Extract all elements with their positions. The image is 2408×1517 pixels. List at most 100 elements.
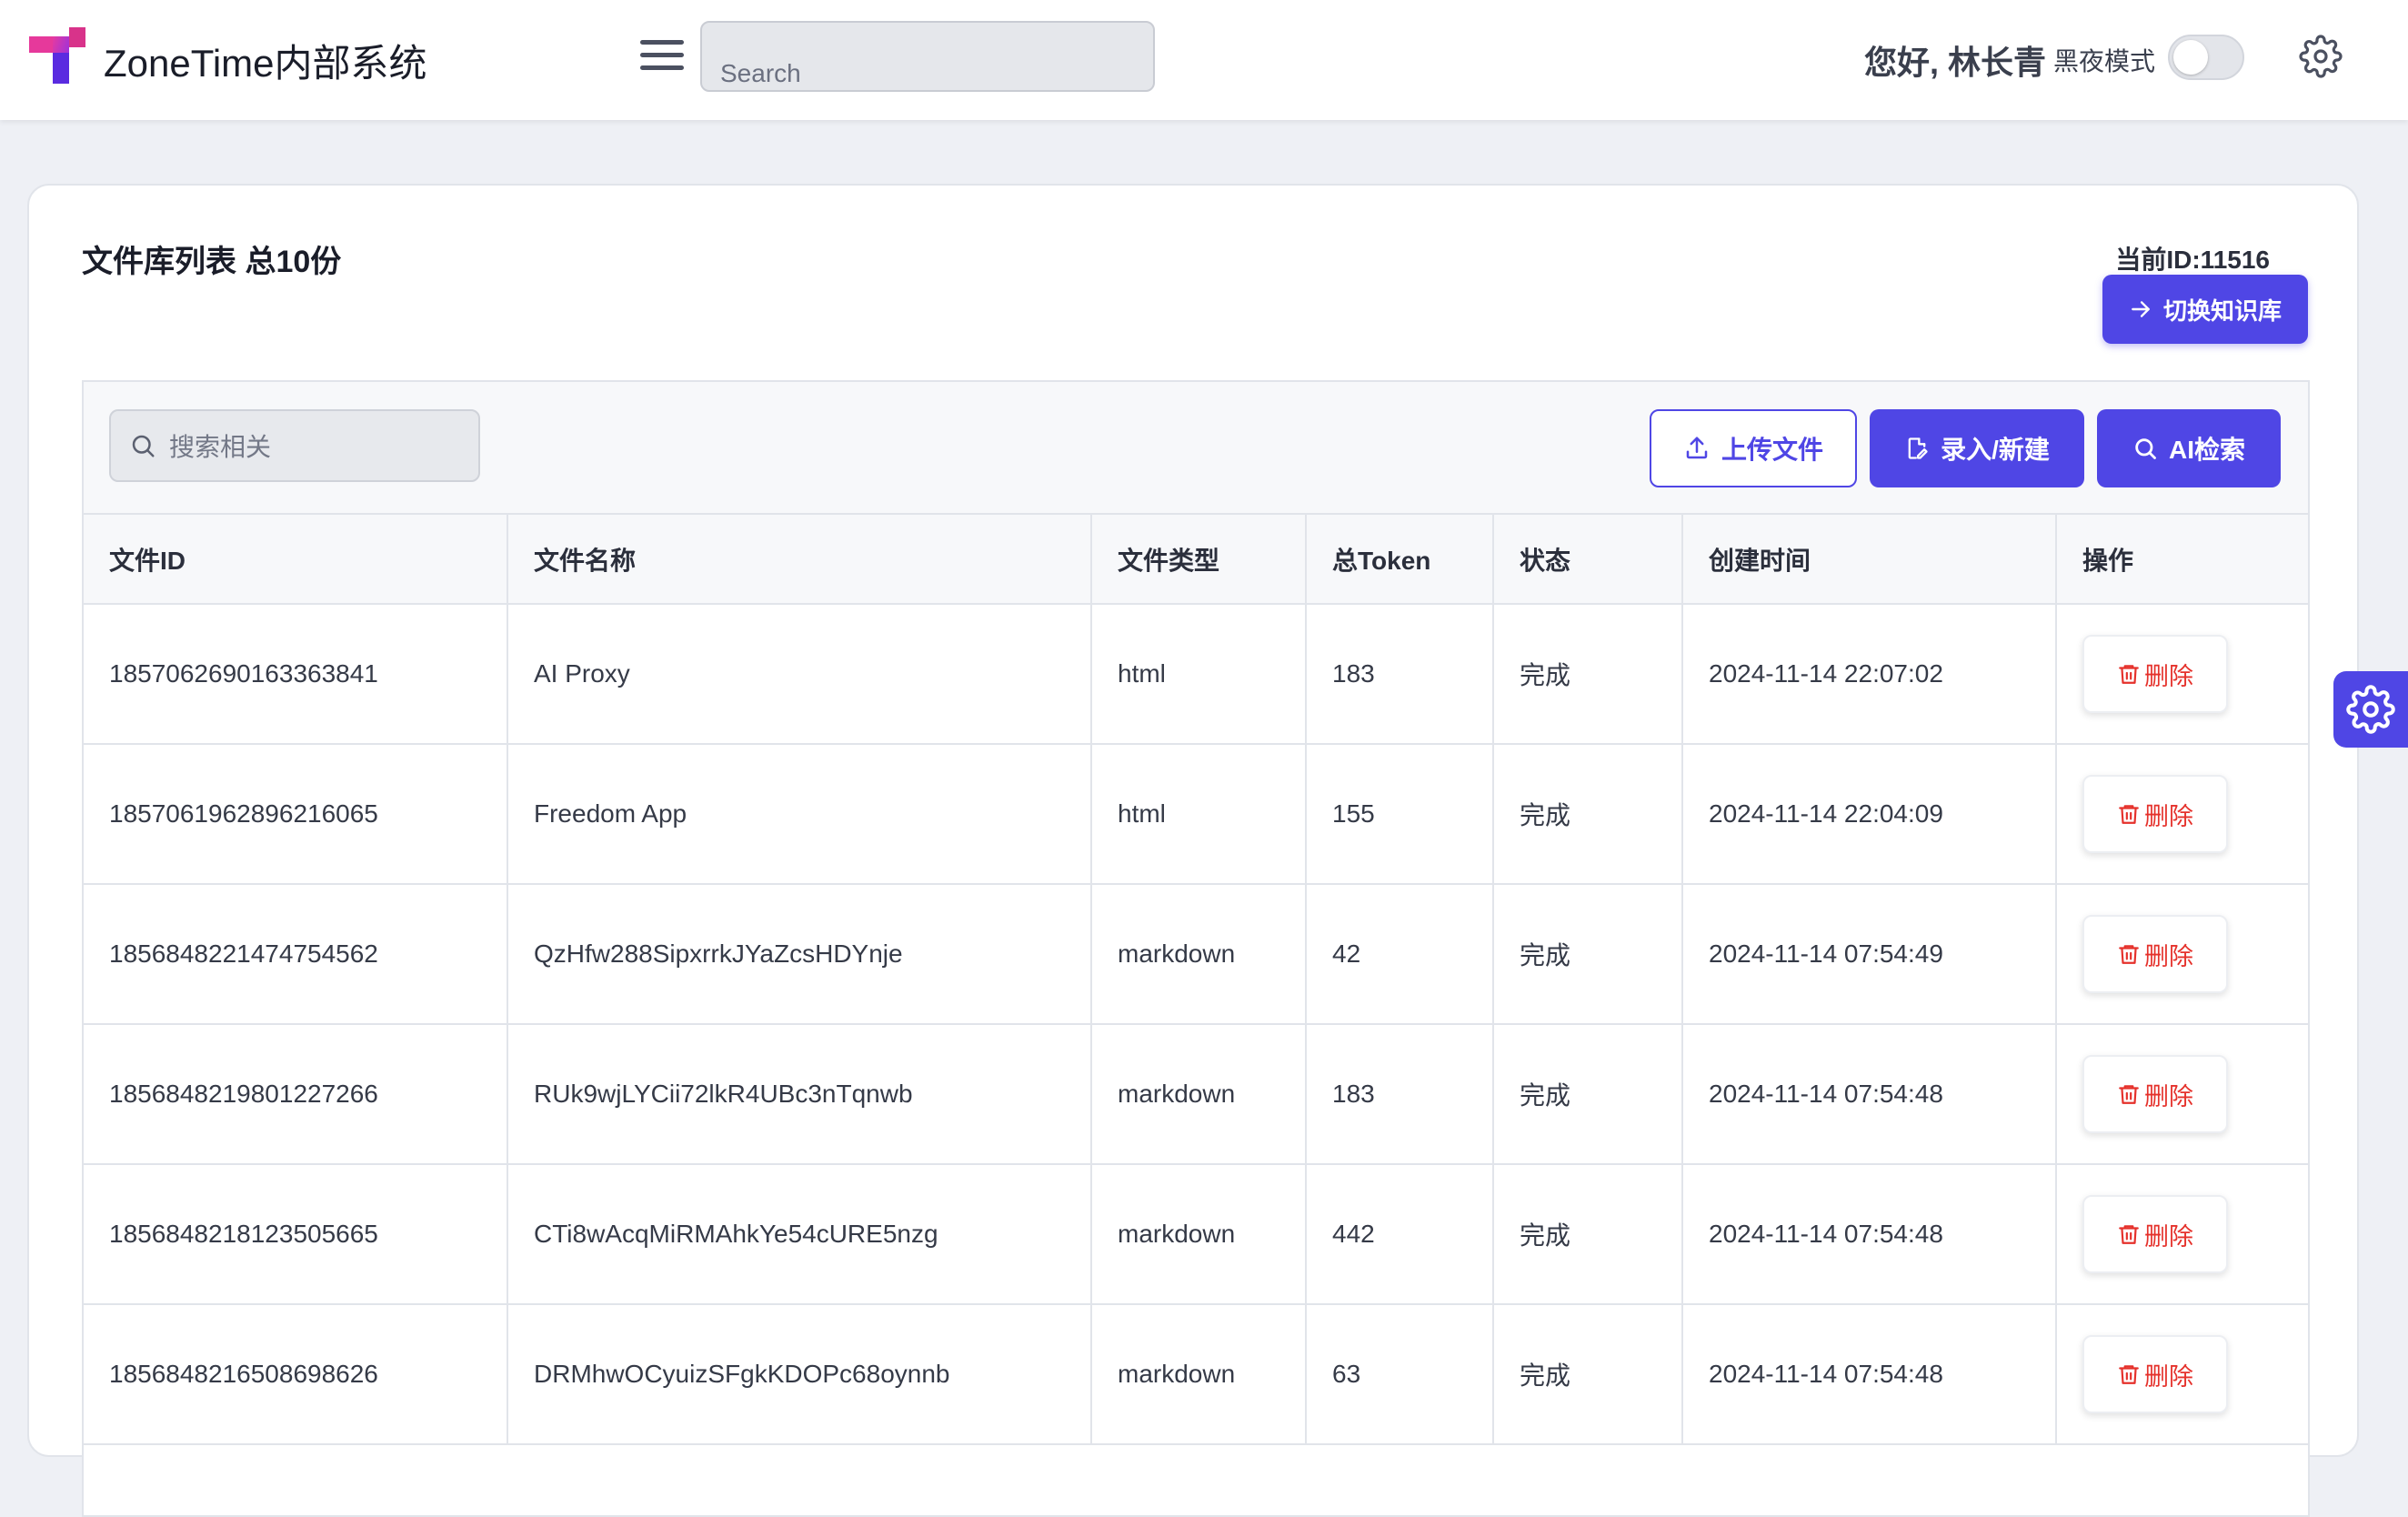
upload-file-button[interactable]: 上传文件	[1650, 409, 1857, 487]
upload-icon	[1686, 437, 1708, 459]
user-greeting: 您好, 林长青	[1864, 44, 2047, 81]
cell-file-type: markdown	[1091, 1024, 1307, 1165]
trash-icon	[2119, 945, 2139, 964]
delete-button[interactable]: 删除	[2082, 1335, 2228, 1413]
cell-file-id: 1857061962896216065	[84, 744, 508, 885]
cell-total-token: 183	[1306, 1024, 1494, 1165]
cell-file-type: html	[1091, 604, 1307, 745]
ai-search-button[interactable]: AI检索	[2097, 409, 2281, 487]
switch-button-label: 切换知识库	[2162, 296, 2282, 325]
column-header-file-name[interactable]: 文件名称	[507, 515, 1092, 605]
cell-created-time: 2024-11-14 07:54:48	[1682, 1164, 2057, 1305]
cell-actions: 删除	[2056, 884, 2308, 1025]
cell-status: 完成	[1493, 1304, 1683, 1445]
cell-file-id: 1856848219801227266	[84, 1024, 508, 1165]
current-id: 当前ID:11516	[2115, 246, 2270, 274]
cell-created-time: 2024-11-14 07:54:48	[1682, 1024, 2057, 1165]
top-header: ZoneTime内部系统 Search 您好, 林长青 黑夜模式	[0, 0, 2408, 120]
cell-actions: 删除	[2056, 744, 2308, 885]
table-toolbar: 搜索相关 上传文件 录入/新建 AI检索	[84, 382, 2308, 515]
create-button-label: 录入/新建	[1941, 436, 2050, 464]
cell-file-name: AI Proxy	[507, 604, 1092, 745]
table-row: 1856848221474754562 QzHfw288SipxrrkJYaZc…	[84, 884, 2308, 1025]
cell-file-id: 1856848218123505665	[84, 1164, 508, 1305]
floating-settings-button[interactable]	[2333, 671, 2408, 748]
delete-label: 删除	[2144, 1082, 2193, 1110]
cell-actions: 删除	[2056, 1304, 2308, 1445]
delete-button[interactable]: 删除	[2082, 635, 2228, 713]
delete-button[interactable]: 删除	[2082, 915, 2228, 993]
column-header-created-time[interactable]: 创建时间	[1682, 515, 2057, 605]
cell-total-token: 155	[1306, 744, 1494, 885]
dark-mode-toggle[interactable]	[2168, 35, 2244, 80]
cell-file-id: 1856848216508698626	[84, 1304, 508, 1445]
cell-total-token: 183	[1306, 604, 1494, 745]
cell-file-type: markdown	[1091, 884, 1307, 1025]
page-title: 文件库列表 总10份	[82, 245, 342, 279]
delete-label: 删除	[2144, 942, 2193, 970]
arrow-right-icon	[2132, 301, 2150, 317]
cell-file-type: markdown	[1091, 1164, 1307, 1305]
search-icon	[132, 435, 155, 457]
file-table-container: 搜索相关 上传文件 录入/新建 AI检索 文件ID 文件名称 文件类型 总Tok…	[82, 380, 2310, 1517]
toggle-knob	[2173, 40, 2208, 75]
cell-file-name: CTi8wAcqMiRMAhkYe54cURE5nzg	[507, 1164, 1092, 1305]
search-input[interactable]: Search	[700, 21, 1155, 92]
switch-knowledge-base-button[interactable]: 切换知识库	[2102, 275, 2308, 344]
logo-icon[interactable]	[29, 27, 89, 87]
cell-file-id: 1857062690163363841	[84, 604, 508, 745]
delete-button[interactable]: 删除	[2082, 1195, 2228, 1273]
cell-file-type: html	[1091, 744, 1307, 885]
cell-file-name: DRMhwOCyuizSFgkKDOPc68oynnb	[507, 1304, 1092, 1445]
dark-mode-label: 黑夜模式	[2053, 47, 2156, 75]
cell-file-name: QzHfw288SipxrrkJYaZcsHDYnje	[507, 884, 1092, 1025]
trash-icon	[2119, 1225, 2139, 1244]
delete-label: 删除	[2144, 802, 2193, 830]
cell-total-token: 442	[1306, 1164, 1494, 1305]
table-row: 1856848216508698626 DRMhwOCyuizSFgkKDOPc…	[84, 1304, 2308, 1445]
cell-actions: 删除	[2056, 1164, 2308, 1305]
table-body: 1857062690163363841 AI Proxy html 183 完成…	[84, 604, 2308, 1445]
trash-icon	[2119, 805, 2139, 824]
table-row: 1857062690163363841 AI Proxy html 183 完成…	[84, 604, 2308, 745]
trash-icon	[2119, 665, 2139, 684]
cell-created-time: 2024-11-14 22:04:09	[1682, 744, 2057, 885]
cell-status: 完成	[1493, 1164, 1683, 1305]
cell-file-type: markdown	[1091, 1304, 1307, 1445]
delete-label: 删除	[2144, 1362, 2193, 1391]
column-header-total-token[interactable]: 总Token	[1306, 515, 1494, 605]
cell-actions: 删除	[2056, 604, 2308, 745]
cell-status: 完成	[1493, 1024, 1683, 1165]
file-library-card: 文件库列表 总10份 当前ID:11516 切换知识库 搜索相关 上传文件 录入…	[27, 184, 2359, 1517]
cell-total-token: 42	[1306, 884, 1494, 1025]
cell-total-token: 63	[1306, 1304, 1494, 1445]
column-header-status[interactable]: 状态	[1493, 515, 1683, 605]
column-header-actions: 操作	[2056, 515, 2308, 605]
gear-icon	[2346, 685, 2395, 734]
cell-created-time: 2024-11-14 07:54:48	[1682, 1304, 2057, 1445]
create-new-button[interactable]: 录入/新建	[1870, 409, 2084, 487]
cell-created-time: 2024-11-14 22:07:02	[1682, 604, 2057, 745]
cell-status: 完成	[1493, 884, 1683, 1025]
delete-button[interactable]: 删除	[2082, 1055, 2228, 1133]
cell-file-name: RUk9wjLYCii72lkR4UBc3nTqnwb	[507, 1024, 1092, 1165]
table-header-row: 文件ID 文件名称 文件类型 总Token 状态 创建时间 操作	[84, 515, 2308, 605]
cell-file-id: 1856848221474754562	[84, 884, 508, 1025]
cell-status: 完成	[1493, 744, 1683, 885]
column-header-file-type[interactable]: 文件类型	[1091, 515, 1307, 605]
delete-button[interactable]: 删除	[2082, 775, 2228, 853]
app-title: ZoneTime内部系统	[104, 42, 427, 85]
table-row: 1857061962896216065 Freedom App html 155…	[84, 744, 2308, 885]
cell-created-time: 2024-11-14 07:54:49	[1682, 884, 2057, 1025]
delete-label: 删除	[2144, 1222, 2193, 1251]
edit-icon	[1908, 437, 1928, 459]
menu-icon[interactable]	[637, 35, 687, 80]
table-search-placeholder: 搜索相关	[169, 433, 272, 461]
table-search-input[interactable]: 搜索相关	[109, 409, 480, 482]
trash-icon	[2119, 1085, 2139, 1104]
gear-icon[interactable]	[2299, 35, 2343, 78]
cell-actions: 删除	[2056, 1024, 2308, 1165]
column-header-file-id[interactable]: 文件ID	[84, 515, 508, 605]
delete-label: 删除	[2144, 662, 2193, 690]
upload-button-label: 上传文件	[1721, 436, 1823, 464]
